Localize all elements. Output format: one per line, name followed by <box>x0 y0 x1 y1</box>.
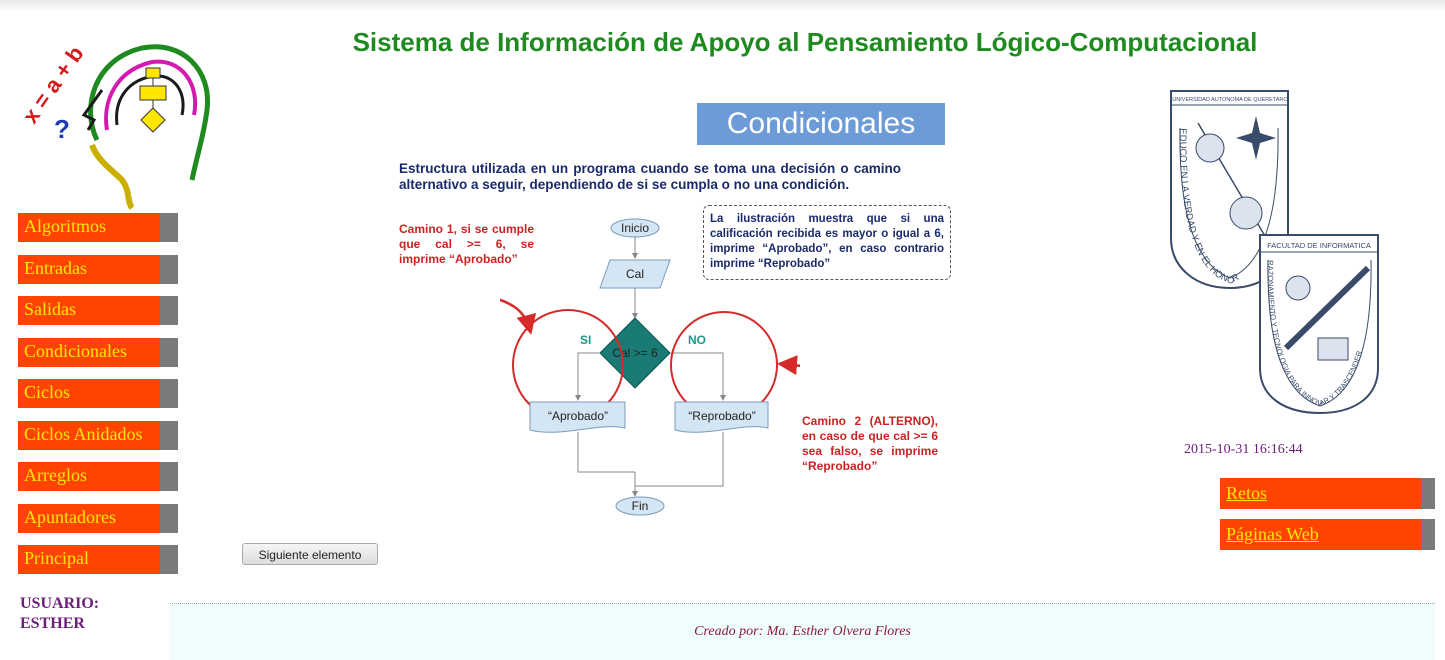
page: x = a + b ? Sistema de Información de Ap… <box>0 0 1445 660</box>
right-menu-link[interactable]: Páginas Web <box>1226 524 1319 545</box>
section-description: Estructura utilizada en un programa cuan… <box>399 161 901 192</box>
sidebar-item-cap <box>160 379 178 408</box>
university-seal-icon: UNIVERSIDAD AUTONOMA DE QUERETARO EDUCO … <box>1170 90 1379 415</box>
right-menu-item-paginas-web[interactable]: Páginas Web <box>1220 519 1435 550</box>
seal1-top-text: UNIVERSIDAD AUTONOMA DE QUERETARO <box>1172 97 1288 103</box>
sidebar-item-cap <box>160 296 178 325</box>
right-menu-item-retos[interactable]: Retos <box>1220 478 1435 509</box>
datetime: 2015-10-31 16:16:44 <box>1184 442 1303 457</box>
sidebar-item-arreglos[interactable]: Arreglos <box>18 462 178 491</box>
user-name: ESTHER <box>20 615 85 632</box>
start-label: Inicio <box>621 221 649 235</box>
sidebar-menu: Algoritmos Entradas Salidas Condicionale… <box>18 213 178 587</box>
sidebar-item-cap <box>160 254 178 284</box>
end-label: Fin <box>632 499 649 513</box>
decision-label: Cal >= 6 <box>612 346 658 360</box>
head-logo-icon: x = a + b ? <box>22 41 211 210</box>
user-info: USUARIO: ESTHER <box>20 594 99 634</box>
right-menu-cap <box>1421 519 1435 550</box>
sidebar-link[interactable]: Salidas <box>24 299 76 320</box>
output-yes-label: “Aprobado” <box>548 409 608 423</box>
sidebar-item-apuntadores[interactable]: Apuntadores <box>18 503 178 533</box>
section-title: Condicionales <box>697 103 945 145</box>
top-shadow <box>0 0 1445 12</box>
right-menu: Retos Páginas Web <box>1220 478 1435 560</box>
sidebar-item-condicionales[interactable]: Condicionales <box>18 337 178 367</box>
sidebar-link[interactable]: Ciclos <box>24 382 70 403</box>
sidebar-item-cap <box>160 545 178 574</box>
seal2-top-text: FACULTAD DE INFORMATICA <box>1267 241 1371 250</box>
footer-credit: Creado por: Ma. Esther Olvera Flores <box>694 624 911 639</box>
sidebar-item-salidas[interactable]: Salidas <box>18 296 178 325</box>
input-label: Cal <box>626 267 644 281</box>
next-element-button[interactable]: Siguiente elemento <box>242 543 378 565</box>
sidebar-link[interactable]: Principal <box>24 548 89 569</box>
right-menu-link[interactable]: Retos <box>1226 483 1267 504</box>
no-label: NO <box>688 333 706 347</box>
sidebar-item-cap <box>160 337 178 367</box>
sidebar-link[interactable]: Condicionales <box>24 341 127 362</box>
sidebar-item-entradas[interactable]: Entradas <box>18 254 178 284</box>
sidebar-link[interactable]: Entradas <box>24 258 87 279</box>
sidebar-item-principal[interactable]: Principal <box>18 545 178 574</box>
sidebar-link[interactable]: Ciclos Anidados <box>24 424 143 445</box>
flowchart: Inicio Cal Cal >= 6 SI NO “Aprobado” “Re… <box>500 218 800 516</box>
output-no-label: “Reprobado” <box>688 409 755 423</box>
sidebar-item-cap <box>160 420 178 450</box>
sidebar-item-cap <box>160 213 178 242</box>
sidebar-item-ciclos[interactable]: Ciclos <box>18 379 178 408</box>
sidebar-link[interactable]: Apuntadores <box>24 507 116 528</box>
sidebar-item-ciclos-anidados[interactable]: Ciclos Anidados <box>18 420 178 450</box>
right-menu-cap <box>1421 478 1435 509</box>
footer: Creado por: Ma. Esther Olvera Flores <box>170 603 1435 660</box>
sidebar-item-cap <box>160 462 178 491</box>
user-label: USUARIO: <box>20 595 100 612</box>
sidebar-item-algoritmos[interactable]: Algoritmos <box>18 213 178 242</box>
yes-label: SI <box>580 333 591 347</box>
sidebar-link[interactable]: Algoritmos <box>24 216 106 237</box>
path2-note: Camino 2 (ALTERNO), en caso de que cal >… <box>802 414 938 473</box>
page-title: Sistema de Información de Apoyo al Pensa… <box>352 27 1258 57</box>
sidebar-item-cap <box>160 503 178 533</box>
sidebar-link[interactable]: Arreglos <box>24 465 87 486</box>
logo-question: ? <box>54 114 70 144</box>
